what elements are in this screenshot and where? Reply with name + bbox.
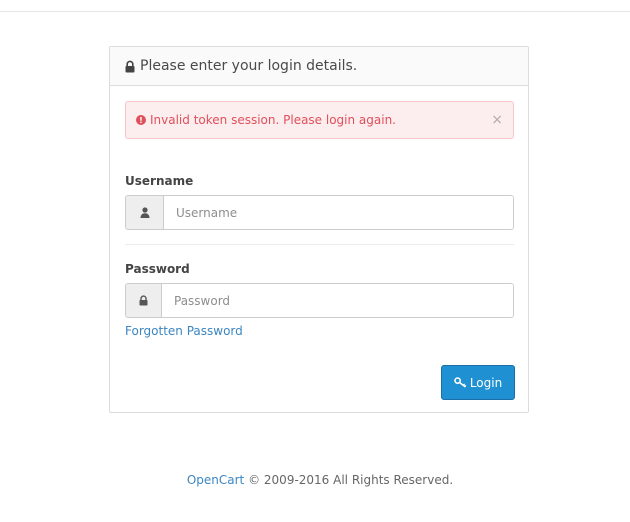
lock-icon-addon [126, 284, 162, 317]
panel-heading-text: Please enter your login details. [140, 58, 358, 74]
panel-heading: Please enter your login details. [110, 47, 528, 86]
error-alert: ! Invalid token session. Please login ag… [125, 101, 514, 139]
login-panel: Please enter your login details. ! Inval… [109, 46, 529, 413]
login-button-label: Login [469, 375, 503, 390]
lock-icon [139, 295, 148, 306]
user-icon-addon [126, 196, 164, 229]
key-icon [454, 377, 467, 388]
copyright-text: © 2009-2016 All Rights Reserved. [248, 473, 454, 487]
alert-message: Invalid token session. Please login agai… [150, 113, 396, 127]
exclamation-circle-icon: ! [136, 115, 146, 125]
password-label: Password [125, 262, 190, 276]
footer: OpenCart © 2009-2016 All Rights Reserved… [0, 473, 630, 487]
password-input[interactable] [162, 284, 513, 317]
lock-icon [125, 60, 135, 72]
username-input-group [125, 195, 514, 230]
password-input-group [125, 283, 514, 318]
username-label: Username [125, 174, 194, 188]
alert-close-button[interactable]: × [491, 111, 503, 129]
user-icon [140, 207, 149, 218]
top-bar [0, 0, 630, 12]
login-button[interactable]: Login [441, 365, 515, 400]
form-divider [125, 244, 514, 245]
username-input[interactable] [164, 196, 513, 229]
forgotten-password-link[interactable]: Forgotten Password [125, 324, 243, 338]
opencart-link[interactable]: OpenCart [187, 473, 244, 487]
